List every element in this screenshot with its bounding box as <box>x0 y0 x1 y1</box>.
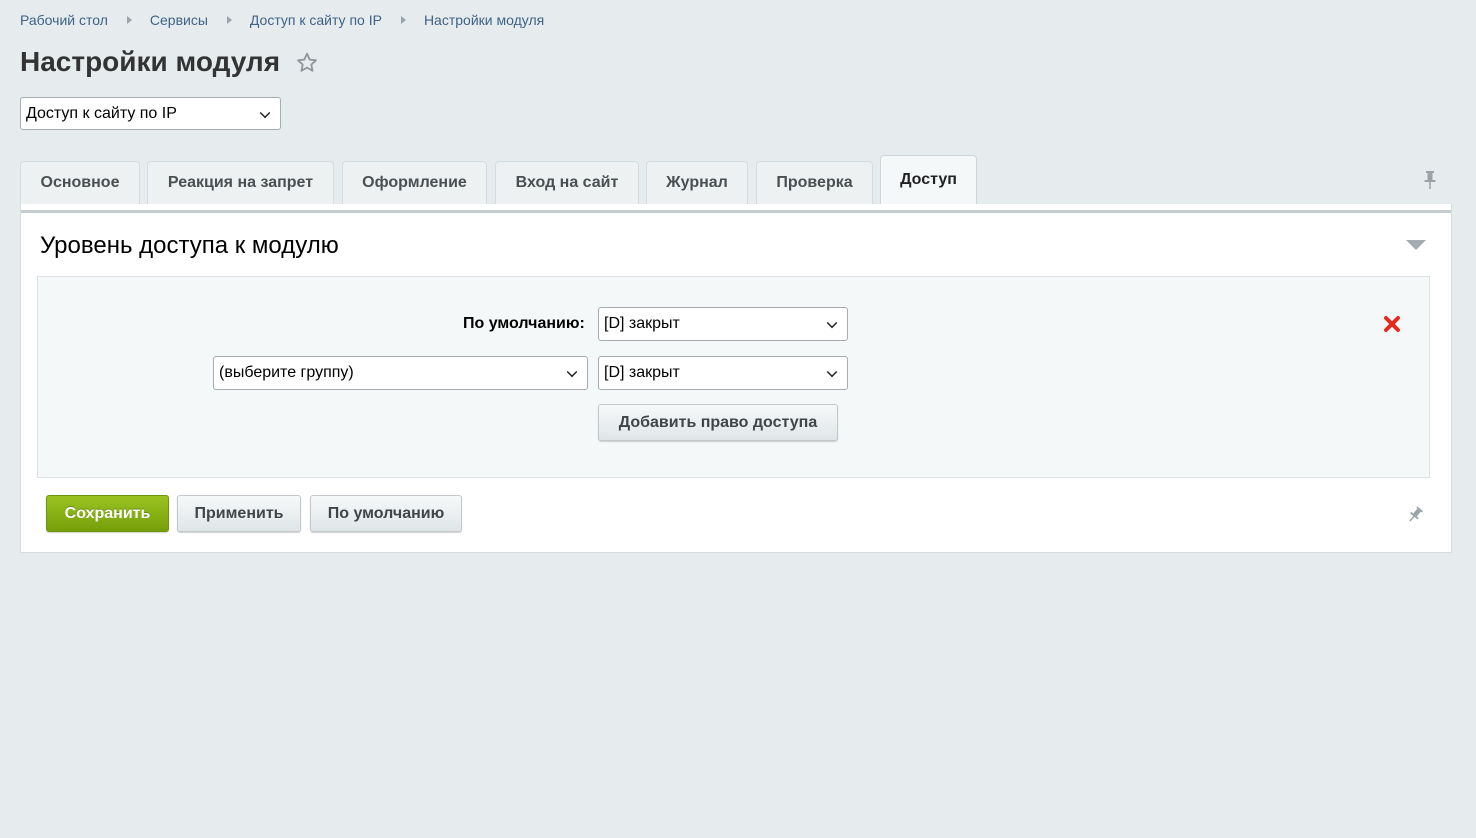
tab-site-login[interactable]: Вход на сайт <box>495 161 639 204</box>
triangle-down-icon[interactable] <box>1406 240 1426 250</box>
default-access-label: По умолчанию: <box>463 315 585 332</box>
tab-deny-reaction[interactable]: Реакция на запрет <box>147 161 334 204</box>
chevron-right-icon <box>400 16 406 24</box>
breadcrumb-services[interactable]: Сервисы <box>150 12 208 28</box>
chevron-down-icon <box>826 317 838 329</box>
page-title: Настройки модуля <box>20 46 281 77</box>
group-access-select[interactable]: [D] закрыт <box>598 356 848 390</box>
chevron-down-icon <box>826 366 838 378</box>
access-panel: Уровень доступа к модулю По умолчанию: [… <box>20 204 1452 553</box>
red-x-icon[interactable] <box>1383 315 1401 333</box>
section-title: Уровень доступа к модулю <box>40 232 339 259</box>
breadcrumb-desktop[interactable]: Рабочий стол <box>20 12 108 28</box>
tab-log[interactable]: Журнал <box>646 161 748 204</box>
apply-button[interactable]: Применить <box>177 495 301 532</box>
chevron-right-icon <box>126 16 132 24</box>
module-select[interactable]: Доступ к сайту по IP <box>20 97 281 130</box>
breadcrumb-ip-access[interactable]: Доступ к сайту по IP <box>250 12 382 28</box>
default-access-select[interactable]: [D] закрыт <box>598 307 848 341</box>
module-select-value: Доступ к сайту по IP <box>26 104 177 122</box>
tab-main[interactable]: Основное <box>20 161 140 204</box>
group-select-value: (выберите группу) <box>219 364 354 381</box>
panel-divider <box>21 210 1451 213</box>
pin-icon[interactable] <box>1406 506 1424 524</box>
default-access-value: [D] закрыт <box>604 315 680 332</box>
tab-check[interactable]: Проверка <box>756 161 873 204</box>
chevron-down-icon <box>259 107 271 118</box>
breadcrumb: Рабочий стол Сервисы Доступ к сайту по I… <box>20 11 544 29</box>
save-button[interactable]: Сохранить <box>46 495 169 532</box>
tab-appearance[interactable]: Оформление <box>342 161 487 204</box>
chevron-down-icon <box>566 366 578 378</box>
group-access-value: [D] закрыт <box>604 364 680 381</box>
access-rights-form: По умолчанию: [D] закрыт (выберите групп… <box>37 276 1430 478</box>
star-icon[interactable] <box>295 51 319 75</box>
breadcrumb-module-settings[interactable]: Настройки модуля <box>424 12 544 28</box>
pin-icon[interactable] <box>1422 170 1438 190</box>
tab-access[interactable]: Доступ <box>880 155 977 204</box>
group-select[interactable]: (выберите группу) <box>213 356 588 390</box>
add-access-right-button[interactable]: Добавить право доступа <box>598 404 838 441</box>
restore-defaults-button[interactable]: По умолчанию <box>310 495 462 532</box>
chevron-right-icon <box>226 16 232 24</box>
